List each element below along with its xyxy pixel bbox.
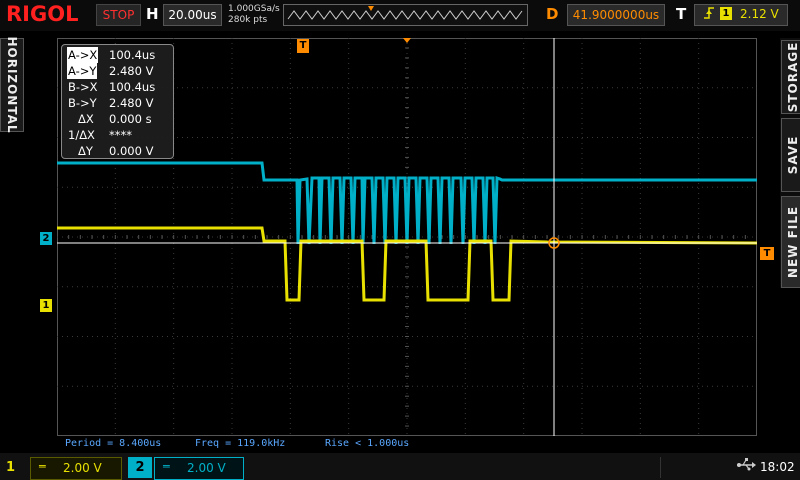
cursor-row: 1/ΔX **** <box>62 127 173 143</box>
memory-overview-bar[interactable] <box>283 4 528 26</box>
storage-menu-label: STORAGE <box>786 41 800 113</box>
horizontal-menu-tab[interactable]: HORIZONTAL <box>0 36 24 134</box>
cursor-row: ΔX 0.000 s <box>62 111 173 127</box>
cursor-label: A->Y <box>67 63 98 79</box>
trigger-delay-pointer-icon <box>403 38 411 43</box>
memory-depth: 280k pts <box>228 15 268 25</box>
cursor-row: A->Y 2.480 V <box>62 63 173 79</box>
measurement-bar: Period = 8.400us Freq = 119.0kHz Rise < … <box>57 436 757 452</box>
measurement-period[interactable]: Period = 8.400us <box>65 438 161 449</box>
ch1-label[interactable]: 1 <box>6 457 26 478</box>
cursor-label: ΔX <box>78 112 94 126</box>
acquisition-info: 1.000GSa/s 280k pts <box>228 4 280 26</box>
timebase-display[interactable]: 20.00us <box>163 4 222 26</box>
horizontal-menu-label: HORIZONTAL <box>5 36 19 134</box>
cursor-label: A->X <box>67 47 99 63</box>
ch2-coupling-icon: ═ <box>163 460 170 473</box>
sample-rate: 1.000GSa/s <box>228 4 280 14</box>
brand-logo: RIGOL <box>6 2 79 26</box>
ch2-settings[interactable]: ═ 2.00 V <box>154 457 244 480</box>
trigger-source: 1 <box>720 7 732 20</box>
cursor-value: 100.4us <box>109 48 156 62</box>
cursor-value: 0.000 s <box>109 112 152 126</box>
horizontal-label: H <box>146 5 159 23</box>
empty-channel-slot <box>250 457 661 478</box>
cursor-label: B->Y <box>68 96 97 110</box>
ch2-label[interactable]: 2 <box>128 457 152 478</box>
ch2-offset-marker[interactable]: 2 <box>40 232 52 245</box>
save-menu-label: SAVE <box>786 135 800 175</box>
cursor-label: ΔY <box>78 144 93 158</box>
ch1-scale: 2.00 V <box>63 461 102 475</box>
new-file-menu-tab[interactable]: NEW FILE <box>781 196 800 288</box>
cursor-row: ΔY 0.000 V <box>62 143 173 159</box>
delay-display[interactable]: 41.9000000us <box>567 4 665 26</box>
measurement-frequency[interactable]: Freq = 119.0kHz <box>195 438 285 449</box>
trigger-level-marker[interactable]: T <box>760 247 774 260</box>
delay-label: D <box>546 5 559 23</box>
ch2-waveform <box>57 161 757 245</box>
cursor-row: B->Y 2.480 V <box>62 95 173 111</box>
ch2-scale: 2.00 V <box>187 461 226 475</box>
cursor-value: 2.480 V <box>109 64 154 78</box>
ch1-offset-marker[interactable]: 1 <box>40 299 52 312</box>
cursor-label: B->X <box>68 80 98 94</box>
usb-icon <box>736 458 756 476</box>
trigger-label: T <box>676 5 687 23</box>
cursor-value: 0.000 V <box>109 144 154 158</box>
run-stop-status[interactable]: STOP <box>96 4 141 26</box>
cursor-row: A->X 100.4us <box>62 47 173 63</box>
memory-waveform-icon <box>287 6 523 20</box>
cursor-row: B->X 100.4us <box>62 79 173 95</box>
cursor-value: 2.480 V <box>109 96 154 110</box>
cursor-label: 1/ΔX <box>68 128 95 142</box>
ch1-settings[interactable]: ═ 2.00 V <box>30 457 122 480</box>
cursor-readout-panel: A->X 100.4us A->Y 2.480 V B->X 100.4us B… <box>61 44 174 159</box>
save-menu-tab[interactable]: SAVE <box>781 118 800 192</box>
new-file-menu-label: NEW FILE <box>786 205 800 279</box>
rising-edge-icon <box>703 5 715 25</box>
measurement-rise-time[interactable]: Rise < 1.000us <box>325 438 409 449</box>
clock: 18:02 <box>760 460 795 474</box>
cursor-value: **** <box>109 128 132 142</box>
trigger-level: 2.12 V <box>740 7 779 21</box>
cursor-value: 100.4us <box>109 80 156 94</box>
storage-menu-tab[interactable]: STORAGE <box>781 40 800 114</box>
trigger-position-marker[interactable]: T <box>297 39 309 53</box>
ch1-coupling-icon: ═ <box>39 460 46 473</box>
